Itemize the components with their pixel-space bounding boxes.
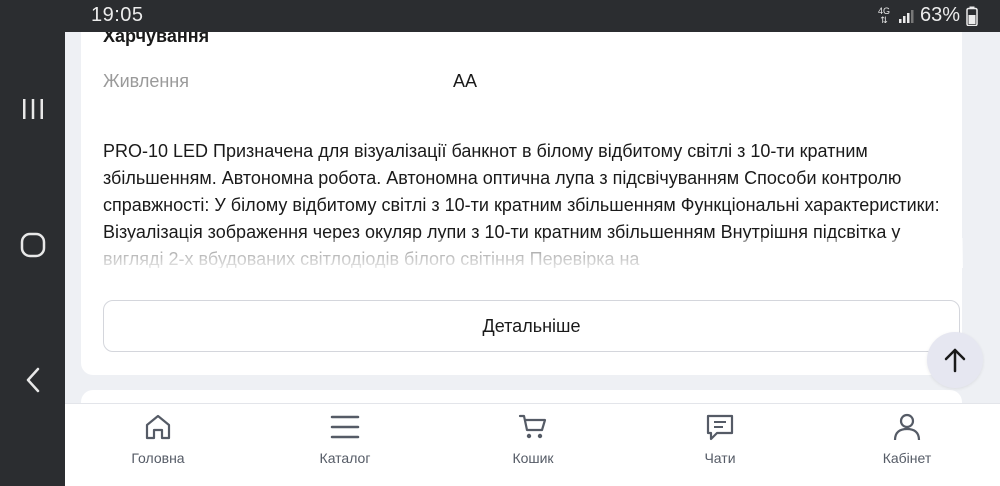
description-fade (103, 238, 963, 268)
cart-icon (518, 414, 547, 439)
tab-chats[interactable]: Чати (660, 412, 780, 466)
section-heading: Харчування (103, 32, 210, 46)
tab-home[interactable]: Головна (98, 412, 218, 466)
battery-percent: 63% (919, 4, 960, 26)
back-button[interactable] (0, 355, 65, 405)
user-icon (893, 413, 921, 441)
tab-chats-label: Чати (704, 450, 736, 466)
description-block: PRO-10 LED Призначена для візуалізації б… (103, 138, 963, 268)
tab-account[interactable]: Кабінет (847, 412, 967, 466)
spec-key: Живлення (103, 71, 189, 91)
tab-home-label: Головна (131, 450, 185, 466)
more-details-button[interactable]: Детальніше (103, 300, 960, 352)
status-bar: 19:05 4G ⇅ 63% (65, 0, 1000, 32)
app-screen: Харчування Живлення AA PRO-10 LED Призна… (65, 32, 1000, 486)
status-indicators: 4G ⇅ 63% (878, 4, 978, 27)
arrow-up-icon (944, 348, 966, 373)
bottom-tab-bar: Головна Каталог Кошик Чати Кабінет (65, 403, 1000, 486)
home-button[interactable] (0, 220, 65, 270)
spec-value: AA (453, 71, 478, 91)
tab-cart[interactable]: Кошик (473, 412, 593, 466)
menu-icon (330, 415, 360, 439)
tab-account-label: Кабінет (882, 450, 932, 466)
back-chevron-icon (26, 367, 39, 393)
data-arrows-icon: ⇅ (880, 14, 888, 25)
home-circle-icon (20, 232, 45, 258)
scroll-to-top-button[interactable] (927, 332, 983, 388)
system-navigation-bar (0, 0, 65, 486)
recent-apps-button[interactable] (0, 84, 65, 134)
status-time: 19:05 (91, 4, 144, 26)
recent-apps-icon (22, 99, 43, 119)
signal-icon (898, 9, 914, 23)
tab-catalog-label: Каталог (319, 450, 371, 466)
battery-icon (966, 6, 978, 26)
product-details-card: Харчування Живлення AA PRO-10 LED Призна… (81, 32, 963, 375)
home-icon (145, 414, 171, 440)
chat-icon (706, 414, 734, 441)
tab-catalog[interactable]: Каталог (285, 412, 405, 466)
network-indicator: 4G ⇅ (878, 6, 890, 25)
tab-cart-label: Кошик (512, 450, 554, 466)
